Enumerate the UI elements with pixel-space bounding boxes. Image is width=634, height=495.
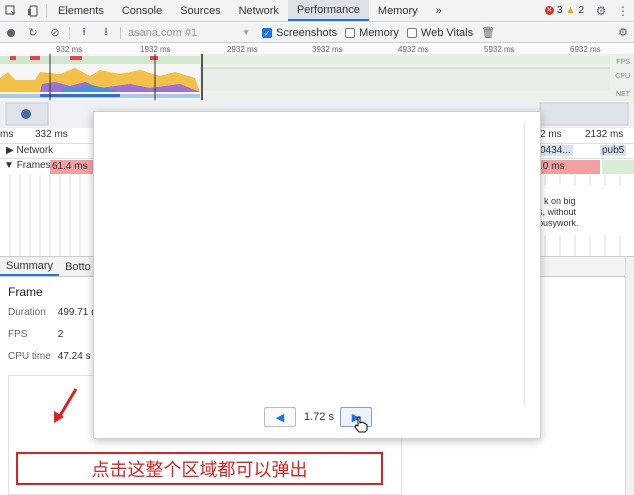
- fps-row: FPS 2: [8, 329, 64, 340]
- checkbox-checked-icon: ✓: [262, 27, 272, 38]
- preview-text: s, without: [538, 207, 577, 217]
- memory-checkbox[interactable]: Memory: [345, 27, 399, 39]
- capture-settings-gear-icon[interactable]: ⚙: [612, 23, 634, 43]
- cpu-time-row: CPU time 47.24 s: [8, 351, 91, 362]
- screenshot-viewer-dialog[interactable]: ◀ 1.72 s ▶: [93, 111, 541, 439]
- divider: [46, 4, 47, 17]
- tab-bottom-up[interactable]: Botto: [59, 257, 97, 276]
- network-request[interactable]: 0434...: [538, 145, 573, 156]
- hand-cursor-icon: [354, 416, 368, 433]
- delete-recording-button[interactable]: 🗑: [477, 23, 499, 43]
- tab-memory[interactable]: Memory: [369, 0, 427, 21]
- download-profile-button[interactable]: ⭳: [95, 23, 117, 43]
- ruler-tick: 3932 ms: [312, 45, 343, 54]
- record-icon: [7, 28, 15, 37]
- frame-block[interactable]: 61.4 ms: [50, 160, 93, 174]
- preview-text: busywork.: [538, 218, 579, 228]
- warning-icon: ▲: [565, 5, 576, 16]
- frame-duration: .0 ms: [540, 161, 565, 172]
- tab-elements[interactable]: Elements: [49, 0, 113, 21]
- device-toolbar-icon[interactable]: [22, 0, 44, 21]
- more-options-icon[interactable]: ⋮: [612, 0, 634, 21]
- section-title: Frame: [8, 285, 43, 299]
- performance-toolbar: ↻ ⊘ ⭱ ⭳ asana.com #1 ▼ ✓ Screenshots Mem…: [0, 23, 634, 43]
- frames-track-label: ▼ Frames: [4, 160, 51, 171]
- devtools-tabbar: Elements Console Sources Network Perform…: [0, 0, 634, 22]
- error-icon: ✕: [544, 6, 554, 15]
- checkbox-icon: [345, 27, 356, 38]
- frame-time: 1.72 s: [304, 411, 334, 423]
- screenshots-label: Screenshots: [276, 26, 338, 39]
- fps-track-label: FPS: [616, 59, 630, 66]
- tab-sources[interactable]: Sources: [171, 0, 229, 21]
- tab-summary[interactable]: Summary: [0, 257, 60, 276]
- clear-button[interactable]: ⊘: [44, 23, 66, 43]
- checkbox-icon: [406, 27, 417, 38]
- download-icon: ⭳: [104, 26, 108, 38]
- time-label-left: 332 ms: [35, 129, 68, 140]
- cpu-track-label: CPU: [615, 73, 630, 80]
- frame-block[interactable]: [602, 160, 634, 174]
- ruler-tick: 5932 ms: [484, 45, 515, 54]
- preview-text: k on big: [544, 196, 576, 206]
- recording-select-value: asana.com #1: [128, 26, 198, 39]
- recording-select[interactable]: asana.com #1 ▼: [124, 27, 254, 39]
- ruler-tick: 6932 ms: [570, 45, 601, 54]
- time-label-left: ms: [0, 129, 14, 140]
- upload-icon: ⭱: [82, 26, 86, 38]
- upload-profile-button[interactable]: ⭱: [73, 23, 95, 43]
- screenshots-checkbox[interactable]: ✓ Screenshots: [262, 27, 337, 39]
- ruler-tick: 2932 ms: [227, 45, 258, 54]
- triangle-left-icon: ◀: [275, 411, 285, 424]
- more-tabs-button[interactable]: »: [427, 0, 451, 21]
- issues-badge[interactable]: ✕ 3 ▲ 2: [539, 0, 590, 21]
- trash-icon: 🗑: [481, 27, 496, 39]
- net-track-label: NET: [616, 91, 630, 98]
- warning-count: 2: [578, 5, 584, 16]
- web-vitals-label: Web Vitals: [420, 26, 474, 39]
- tab-network[interactable]: Network: [230, 0, 288, 21]
- clear-icon: ⊘: [50, 27, 60, 39]
- reload-record-button[interactable]: ↻: [22, 23, 44, 43]
- network-track-label: ▶ Network: [6, 145, 54, 156]
- previous-frame-button[interactable]: ◀: [264, 407, 296, 427]
- timeline-overview[interactable]: 932 ms 1932 ms 2932 ms 3932 ms 4932 ms 5…: [0, 44, 634, 100]
- error-count: 3: [556, 5, 563, 16]
- duration-row: Duration 499.71 m: [8, 307, 100, 318]
- scrollbar[interactable]: [625, 257, 634, 495]
- web-vitals-checkbox[interactable]: Web Vitals: [406, 26, 474, 39]
- divider: [69, 26, 70, 39]
- frame-duration: 61.4 ms: [52, 161, 88, 172]
- network-request[interactable]: pub5: [600, 145, 627, 156]
- scrollbar[interactable]: [524, 124, 528, 404]
- tab-console[interactable]: Console: [113, 0, 171, 21]
- annotation-text: 点击这整个区域都可以弹出: [91, 459, 308, 481]
- record-button[interactable]: [0, 23, 22, 43]
- frame-block[interactable]: .0 ms: [538, 160, 600, 174]
- time-label-right: 2132 ms: [585, 129, 624, 140]
- ruler-tick: 4932 ms: [398, 45, 429, 54]
- time-label-right: 2 ms: [540, 129, 562, 140]
- settings-gear-icon[interactable]: ⚙: [590, 0, 612, 21]
- ruler-tick: 1932 ms: [140, 45, 171, 54]
- ruler-tick: 932 ms: [56, 45, 83, 54]
- annotation-box: 点击这整个区域都可以弹出: [16, 452, 383, 485]
- overview-graph: [0, 54, 634, 100]
- chevron-down-icon: ▼: [242, 28, 250, 37]
- reload-icon: ↻: [28, 27, 38, 39]
- divider: [120, 26, 121, 39]
- annotation-arrow-icon: [54, 388, 78, 423]
- memory-label: Memory: [359, 26, 399, 39]
- inspect-element-icon[interactable]: [0, 0, 22, 21]
- tab-performance[interactable]: Performance: [287, 0, 369, 21]
